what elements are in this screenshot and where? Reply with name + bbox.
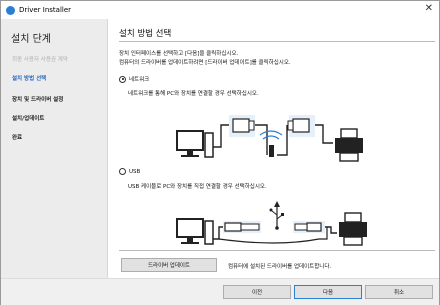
back-button[interactable]: 이전 — [223, 285, 291, 299]
lan-cable-right — [287, 115, 333, 144]
title-divider — [119, 41, 435, 42]
usb-radio[interactable] — [119, 168, 126, 175]
usb-illustration — [176, 201, 367, 246]
app-icon — [6, 5, 15, 15]
router-icon — [255, 124, 288, 157]
usb-cable-a — [213, 221, 261, 240]
step-install-update: 설치/업데이트 — [12, 116, 45, 122]
network-label[interactable]: 네트워크 — [129, 75, 149, 83]
option-usb[interactable]: USB — [119, 168, 140, 175]
step-eula: 최종 사용자 사용권 계약 — [12, 57, 68, 63]
network-description: 네트워크를 통해 PC와 장치를 연결할 경우 선택하십시오. — [128, 91, 259, 97]
close-icon[interactable]: ✕ — [425, 3, 433, 15]
computer-icon — [176, 130, 214, 158]
step-device-driver-settings: 장치 및 드라이버 설정 — [12, 97, 64, 103]
bottom-divider — [119, 250, 435, 251]
steps-sidebar: 설치 단계 최종 사용자 사용권 계약 설치 방법 선택 장치 및 드라이버 설… — [1, 19, 108, 278]
main-panel: 설치 방법 선택 장치 인터페이스를 선택하고 [다음]을 클릭하십시오. 컴퓨… — [109, 19, 440, 278]
page-title: 설치 방법 선택 — [119, 29, 172, 39]
usb-label[interactable]: USB — [129, 169, 140, 175]
network-radio[interactable] — [119, 75, 126, 83]
window-title: Driver Installer — [19, 6, 72, 14]
footer-bar: 이전 다음 취소 — [1, 278, 439, 305]
printer-icon — [339, 212, 367, 246]
step-install-method: 설치 방법 선택 — [12, 76, 47, 82]
lan-cable-left — [213, 115, 255, 148]
cancel-button[interactable]: 취소 — [365, 285, 433, 299]
network-illustration — [176, 115, 363, 162]
description-line-1: 장치 인터페이스를 선택하고 [다음]을 클릭하십시오. — [119, 51, 239, 57]
option-network[interactable]: 네트워크 — [119, 75, 149, 83]
driver-update-button[interactable]: 드라이버 업데이트 — [121, 258, 217, 272]
next-button[interactable]: 다음 — [294, 285, 362, 299]
title-bar: Driver Installer ✕ — [1, 1, 439, 19]
usb-symbol-icon — [269, 201, 284, 230]
sidebar-title: 설치 단계 — [11, 34, 51, 45]
computer-icon — [176, 218, 214, 245]
printer-icon — [335, 128, 363, 162]
step-complete: 완료 — [12, 135, 23, 141]
description-line-2: 컴퓨터의 드라이버를 업데이트하려면 [드라이버 업데이트]를 클릭하십시오. — [119, 60, 291, 66]
installer-window: Driver Installer ✕ 설치 단계 최종 사용자 사용권 계약 설… — [0, 0, 440, 305]
driver-update-note: 컴퓨터에 설치된 드라이버를 업데이트합니다. — [228, 264, 332, 270]
usb-description: USB 케이블로 PC와 장치를 직접 연결할 경우 선택하십시오. — [128, 184, 267, 190]
